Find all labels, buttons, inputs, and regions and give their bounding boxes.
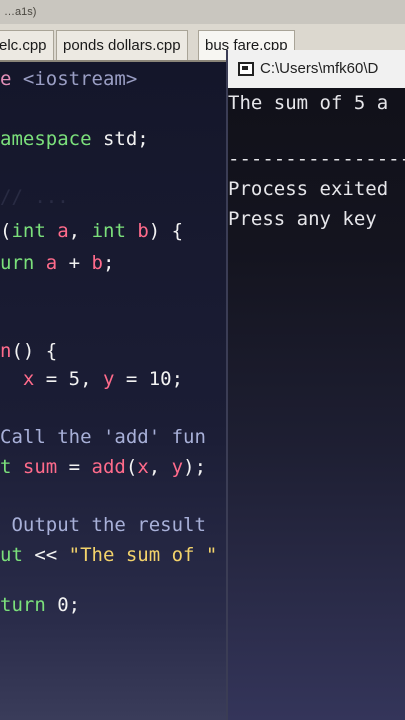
code-token: b xyxy=(125,220,149,242)
code-token: int xyxy=(91,220,126,242)
code-token: = xyxy=(57,456,92,478)
code-token: int xyxy=(11,220,46,242)
code-line: e <iostream> xyxy=(0,68,137,90)
code-editor[interactable]: e <iostream> amespace std; // ... (int a… xyxy=(0,62,230,720)
code-token: 0; xyxy=(45,594,81,616)
code-token: + xyxy=(57,252,92,274)
code-line: turn 0; xyxy=(0,594,80,616)
console-process-exited: Process exited xyxy=(228,178,389,200)
window-title: …a1s) xyxy=(4,6,37,18)
code-token: a xyxy=(34,252,58,274)
console-icon xyxy=(238,62,254,77)
code-token: = 10; xyxy=(114,368,184,390)
code-token: <iostream> xyxy=(22,68,138,90)
code-token: () { xyxy=(11,340,58,362)
console-window[interactable]: C:\Users\mfk60\D The sum of 5 a --------… xyxy=(226,50,405,720)
tab-label: ponds dollars.cpp xyxy=(63,37,181,54)
code-token: ; xyxy=(103,252,115,274)
code-token: ( xyxy=(125,456,138,478)
code-line: Call the 'add' fun xyxy=(0,426,206,448)
code-line: (int a, int b) { xyxy=(0,220,183,242)
code-token: x xyxy=(137,456,149,478)
code-line: Output the result xyxy=(0,514,206,536)
code-token: ); xyxy=(183,456,207,478)
code-token: y xyxy=(171,456,184,478)
console-separator: ---------------- xyxy=(228,148,405,170)
code-token: "The sum of " xyxy=(68,544,218,566)
code-line: x = 5, y = 10; xyxy=(0,368,183,390)
code-token: y xyxy=(102,368,115,390)
code-token: urn xyxy=(0,252,35,274)
code-line: n() { xyxy=(0,340,57,362)
code-token: ut xyxy=(0,544,23,566)
tab-ponds-dollars-cpp[interactable]: ponds dollars.cpp xyxy=(56,30,188,60)
code-token: amespace xyxy=(0,128,92,150)
code-token: = 5, xyxy=(34,368,103,390)
code-token: ) { xyxy=(148,220,184,242)
code-token: // ... xyxy=(0,186,69,208)
code-token: std; xyxy=(91,128,149,150)
code-line: ut << "The sum of " xyxy=(0,544,217,566)
code-line: t sum = add(x, y); xyxy=(0,456,206,478)
code-line: amespace std; xyxy=(0,128,149,150)
code-token: << xyxy=(22,544,69,566)
code-token: add xyxy=(91,456,126,478)
code-line: // ... xyxy=(0,186,69,208)
console-output-sum: The sum of 5 a xyxy=(228,92,389,114)
console-press-any-key: Press any key xyxy=(228,208,377,230)
console-title: C:\Users\mfk60\D xyxy=(260,60,379,77)
code-token: Call the 'add' fun xyxy=(0,426,206,448)
code-token: n xyxy=(0,340,12,362)
code-line: urn a + b; xyxy=(0,252,114,274)
console-titlebar[interactable]: C:\Users\mfk60\D xyxy=(228,50,405,88)
code-token: Output the result xyxy=(0,514,206,536)
code-token: , xyxy=(68,220,92,242)
code-token: b xyxy=(91,252,103,274)
code-token: , xyxy=(148,456,172,478)
code-token: sum xyxy=(11,456,58,478)
code-token: e xyxy=(0,68,23,90)
tab-label: elc.cpp xyxy=(0,37,47,54)
tab-elc-cpp[interactable]: elc.cpp xyxy=(0,30,54,60)
code-token: t xyxy=(0,456,12,478)
code-token: ( xyxy=(0,220,12,242)
code-token: a xyxy=(45,220,69,242)
code-token: x xyxy=(0,368,35,390)
window-titlebar: …a1s) xyxy=(0,0,405,24)
code-token: turn xyxy=(0,594,46,616)
